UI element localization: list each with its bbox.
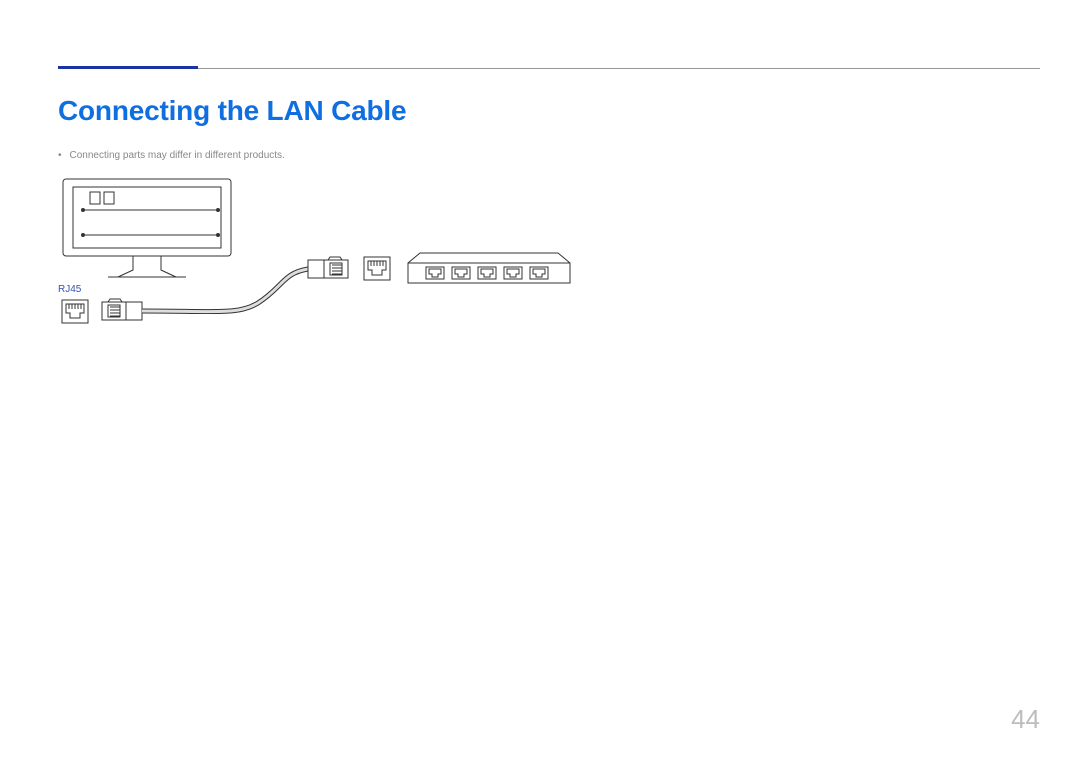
- header-rule: [58, 68, 1040, 69]
- page-number: 44: [1011, 704, 1040, 735]
- lan-connection-diagram: [58, 175, 578, 355]
- page-title: Connecting the LAN Cable: [58, 95, 406, 127]
- note-text: Connecting parts may differ in different…: [58, 150, 285, 161]
